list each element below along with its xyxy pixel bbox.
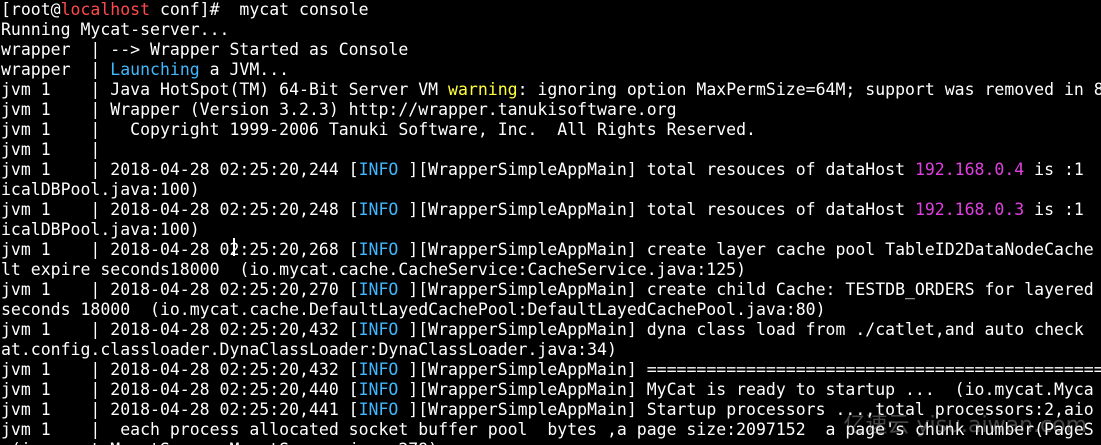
console-text-segment: wrapper | --> Wrapper Started as Console (1, 40, 409, 59)
console-line: jvm 1 | Wrapper (Version 3.2.3) http://w… (0, 100, 1101, 120)
console-text-segment: Running Mycat-server... (1, 20, 230, 39)
console-text-segment: (io.mycat.MycatServer:MycatServer.java:2… (1, 440, 438, 445)
console-text-segment: localhost (60, 0, 151, 19)
console-line: icalDBPool.java:100) (0, 180, 1101, 200)
console-text-segment: jvm 1 | 2018-04-28 02:25:20,432 [ (1, 320, 359, 339)
console-text-segment: INFO (358, 400, 399, 419)
console-text-segment: jvm 1 | 2018-04-28 02:25:20,268 [ (1, 240, 359, 259)
console-line: wrapper | --> Wrapper Started as Console (0, 40, 1101, 60)
console-text-segment: is :1 (1024, 200, 1084, 219)
console-text-segment: 192.168.0.3 (914, 200, 1025, 219)
console-text-segment: : ignoring option MaxPermSize=64M; suppo… (517, 80, 1101, 99)
console-line: jvm 1 | 2018-04-28 02:25:20,268 [INFO ][… (0, 240, 1101, 260)
console-line: jvm 1 | (0, 140, 1101, 160)
console-text-segment: icalDBPool.java:100) (1, 220, 200, 239)
watermark: 亿速云 yisu.aiwan.com (843, 413, 1087, 438)
console-text-segment: ][WrapperSimpleAppMain] total resouces o… (398, 160, 915, 179)
console-line: seconds 18000 (io.mycat.cache.DefaultLay… (0, 300, 1101, 320)
console-text-segment: ][WrapperSimpleAppMain] MyCat is ready t… (398, 380, 1094, 399)
console-text-segment: conf]# mycat console (150, 0, 369, 19)
console-line: jvm 1 | 2018-04-28 02:25:20,432 [INFO ][… (0, 320, 1101, 340)
console-line: jvm 1 | 2018-04-28 02:25:20,244 [INFO ][… (0, 160, 1101, 180)
console-text-segment: INFO (358, 280, 399, 299)
console-text-segment: Launching (110, 60, 200, 79)
console-line: icalDBPool.java:100) (0, 220, 1101, 240)
console-text-segment: jvm 1 | Copyright 1999-2006 Tanuki Softw… (1, 120, 756, 139)
console-text-segment: jvm 1 | Wrapper (Version 3.2.3) http://w… (1, 100, 677, 119)
console-text-segment: a JVM... (199, 60, 290, 79)
text-cursor-icon (233, 238, 235, 256)
console-line: Running Mycat-server... (0, 20, 1101, 40)
console-line: lt expire seconds18000 (io.mycat.cache.C… (0, 260, 1101, 280)
console-text-segment: at.config.classloader.DynaClassLoader:Dy… (1, 340, 617, 359)
console-line: jvm 1 | Copyright 1999-2006 Tanuki Softw… (0, 120, 1101, 140)
console-text-segment: jvm 1 | Java HotSpot(TM) 64-Bit Server V… (1, 80, 449, 99)
console-text-segment: INFO (358, 360, 399, 379)
console-text-segment: INFO (358, 380, 399, 399)
console-text-segment: ][WrapperSimpleAppMain] create child Cac… (398, 280, 1094, 299)
console-text-segment: ][WrapperSimpleAppMain] dyna class load … (398, 320, 1084, 339)
console-line: at.config.classloader.DynaClassLoader:Dy… (0, 340, 1101, 360)
console-text-segment: INFO (358, 320, 399, 339)
console-text-segment: INFO (358, 160, 399, 179)
console-text-segment: seconds 18000 (io.mycat.cache.DefaultLay… (1, 300, 826, 319)
console-text-segment: is :1 (1024, 160, 1084, 179)
console-text-segment: jvm 1 | 2018-04-28 02:25:20,432 [ (1, 360, 359, 379)
console-output: [root@localhost conf]# mycat console Runn… (0, 0, 1101, 445)
console-text-segment: warning (448, 80, 518, 99)
console-text-segment: jvm 1 | 2018-04-28 02:25:20,270 [ (1, 280, 359, 299)
console-text-segment: INFO (358, 200, 399, 219)
console-line: jvm 1 | Java HotSpot(TM) 64-Bit Server V… (0, 80, 1101, 100)
console-text-segment: icalDBPool.java:100) (1, 180, 200, 199)
console-text-segment: INFO (358, 240, 399, 259)
console-line: wrapper | Launching a JVM... (0, 60, 1101, 80)
terminal-window[interactable]: [root@localhost conf]# mycat console Runn… (0, 0, 1101, 445)
console-line: jvm 1 | 2018-04-28 02:25:20,440 [INFO ][… (0, 380, 1101, 400)
console-line: jvm 1 | 2018-04-28 02:25:20,248 [INFO ][… (0, 200, 1101, 220)
console-text-segment: 192.168.0.4 (914, 160, 1025, 179)
console-line: jvm 1 | 2018-04-28 02:25:20,432 [INFO ][… (0, 360, 1101, 380)
console-line: jvm 1 | 2018-04-28 02:25:20,270 [INFO ][… (0, 280, 1101, 300)
console-text-segment: wrapper | (1, 60, 111, 79)
console-text-segment: jvm 1 | 2018-04-28 02:25:20,248 [ (1, 200, 359, 219)
console-text-segment: jvm 1 | 2018-04-28 02:25:20,440 [ (1, 380, 359, 399)
console-text-segment: [root@ (1, 0, 61, 19)
console-line: (io.mycat.MycatServer:MycatServer.java:2… (0, 440, 1101, 445)
console-text-segment: ][WrapperSimpleAppMain] total resouces o… (398, 200, 915, 219)
console-text-segment: jvm 1 | 2018-04-28 02:25:20,244 [ (1, 160, 359, 179)
console-text-segment: ][WrapperSimpleAppMain] create layer cac… (398, 240, 1094, 259)
console-text-segment: jvm 1 | (1, 140, 101, 159)
console-text-segment: ][WrapperSimpleAppMain] ================… (398, 360, 1101, 379)
console-text-segment: lt expire seconds18000 (io.mycat.cache.C… (1, 260, 747, 279)
console-line: [root@localhost conf]# mycat console (0, 0, 1101, 20)
console-text-segment: jvm 1 | 2018-04-28 02:25:20,441 [ (1, 400, 359, 419)
